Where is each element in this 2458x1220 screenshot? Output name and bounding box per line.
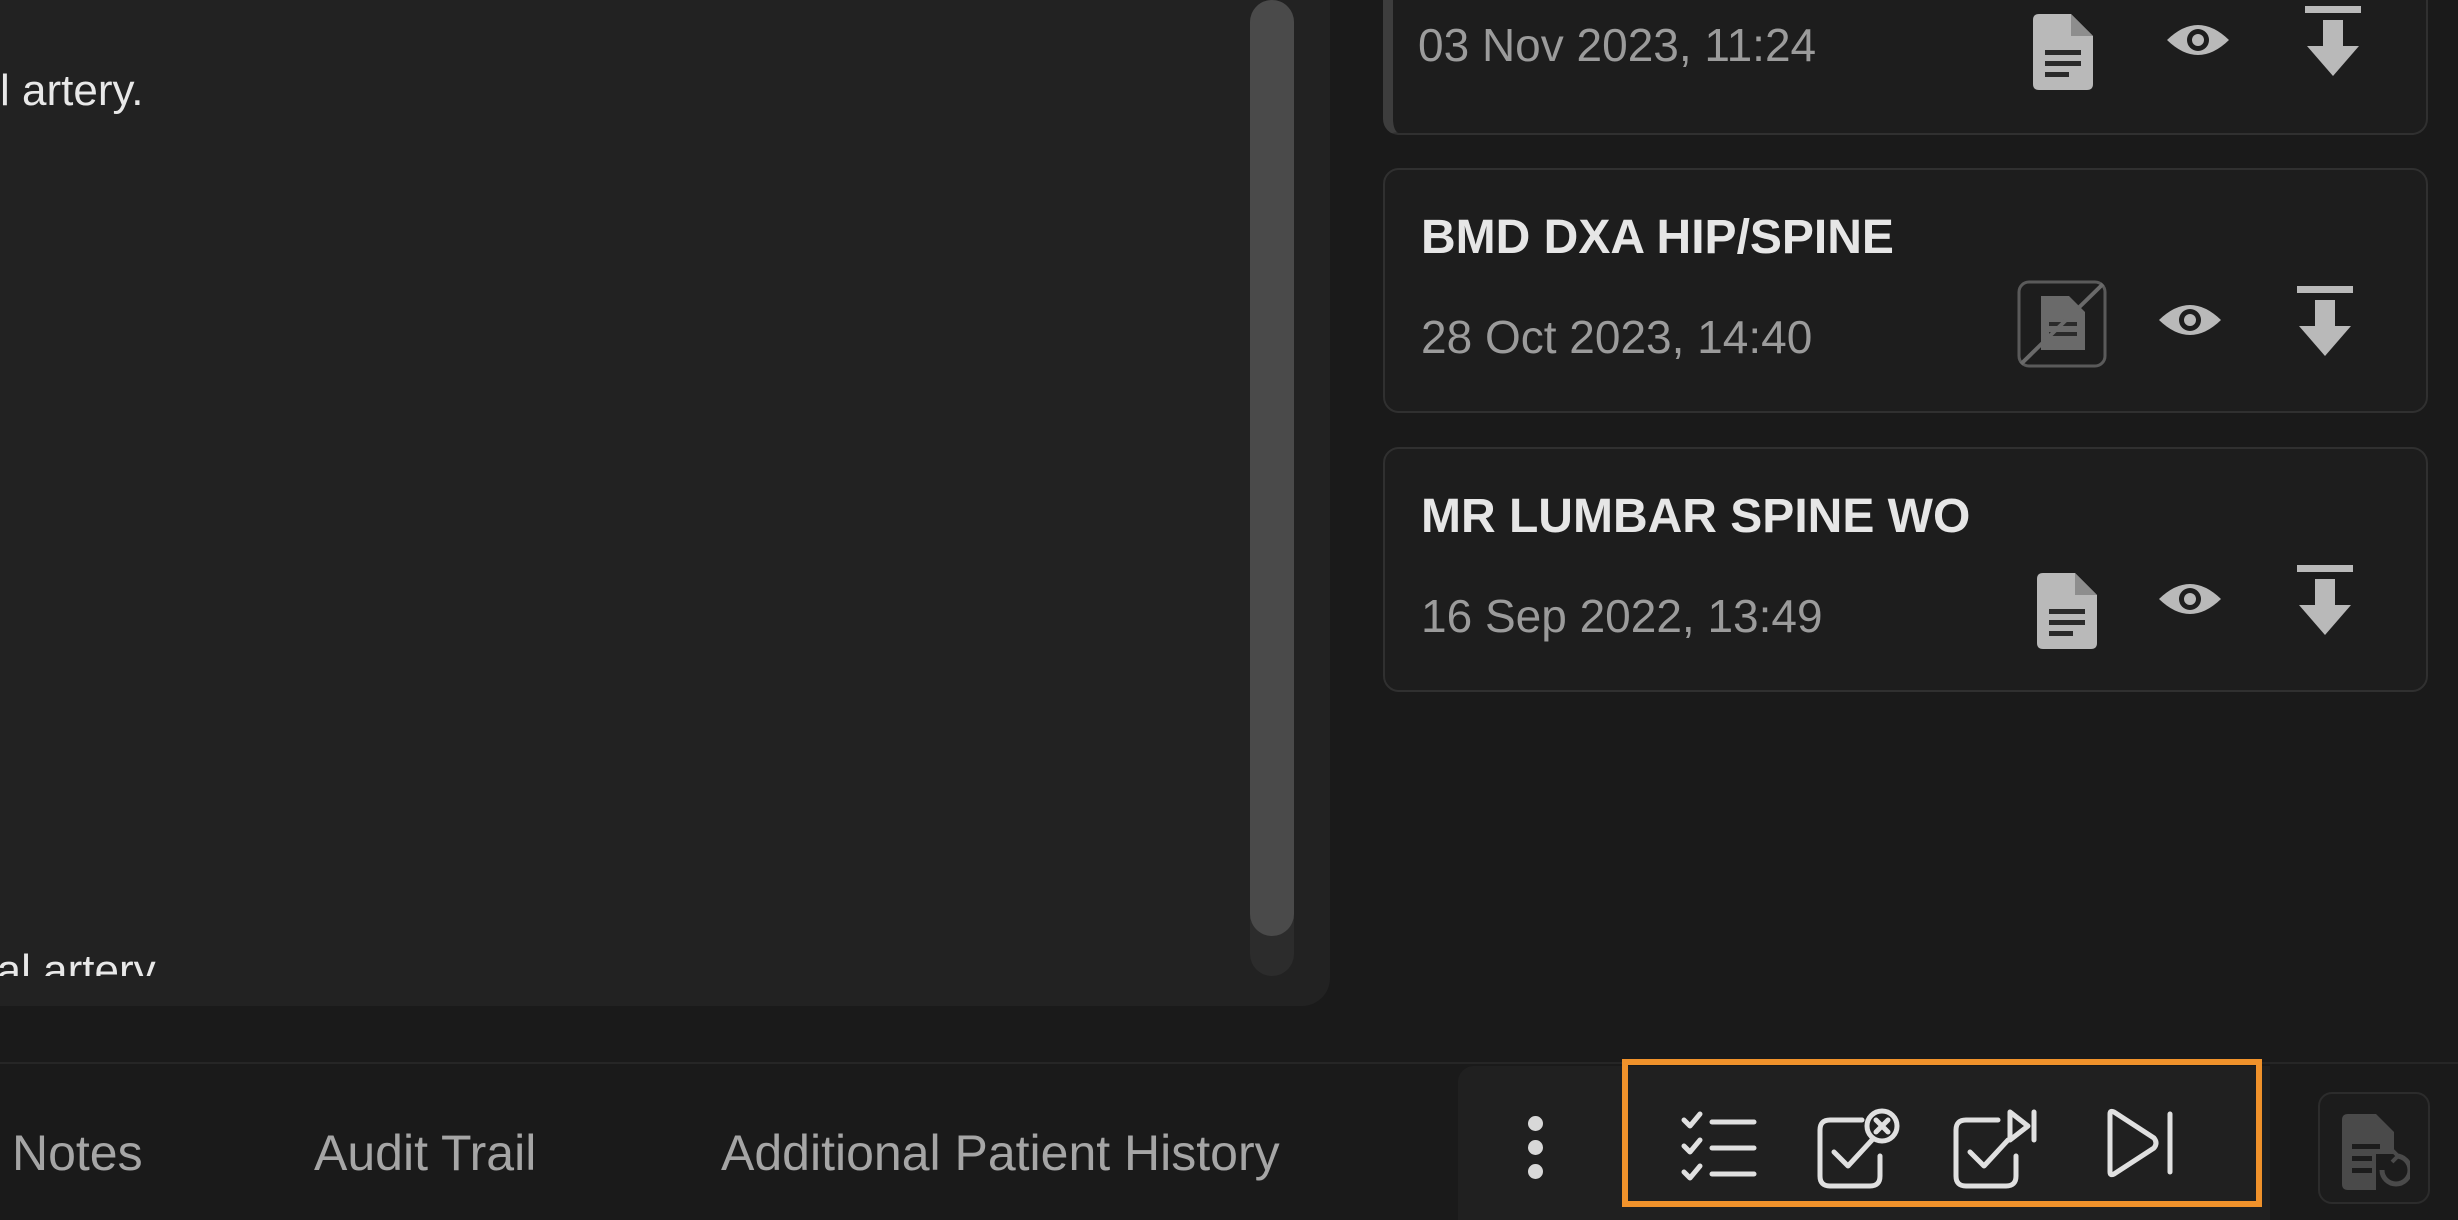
- download-icon[interactable]: [2297, 565, 2353, 637]
- checklist-icon[interactable]: [1680, 1108, 1758, 1184]
- tab-notes[interactable]: Notes: [12, 1124, 143, 1182]
- study-card[interactable]: 03 Nov 2023, 11:24: [1383, 0, 2428, 135]
- study-card[interactable]: BMD DXA HIP/SPINE 28 Oct 2023, 14:40: [1383, 168, 2428, 413]
- tab-additional-patient-history[interactable]: Additional Patient History: [721, 1124, 1280, 1182]
- no-report-icon: [2017, 280, 2107, 368]
- study-card[interactable]: MR LUMBAR SPINE WO 16 Sep 2022, 13:49: [1383, 447, 2428, 692]
- study-name: MR LUMBAR SPINE WO: [1421, 490, 1971, 543]
- more-vertical-icon[interactable]: [1520, 1116, 1550, 1196]
- view-eye-icon[interactable]: [2157, 298, 2223, 342]
- study-name: BMD DXA HIP/SPINE: [1421, 211, 1894, 264]
- document-history-button[interactable]: [2318, 1092, 2430, 1204]
- report-text-line: l artery.: [0, 66, 144, 115]
- view-eye-icon[interactable]: [2157, 577, 2223, 621]
- study-date: 16 Sep 2022, 13:49: [1421, 590, 1823, 642]
- document-history-icon: [2342, 1114, 2410, 1190]
- study-date: 28 Oct 2023, 14:40: [1421, 311, 1813, 363]
- report-document-icon[interactable]: [2033, 14, 2093, 90]
- study-date: 03 Nov 2023, 11:24: [1418, 19, 1817, 71]
- tab-audit-trail[interactable]: Audit Trail: [314, 1124, 536, 1182]
- report-text-line: ral artery: [0, 946, 156, 976]
- skip-next-icon[interactable]: [2104, 1108, 2176, 1178]
- report-panel: l artery. ral artery: [0, 0, 1330, 1006]
- report-document-icon[interactable]: [2037, 573, 2097, 649]
- download-icon[interactable]: [2297, 286, 2353, 358]
- download-icon[interactable]: [2305, 6, 2361, 78]
- scrollbar-thumb[interactable]: [1250, 0, 1294, 936]
- view-eye-icon[interactable]: [2165, 18, 2231, 62]
- check-cancel-icon[interactable]: [1816, 1108, 1902, 1190]
- check-next-icon[interactable]: [1952, 1108, 2038, 1190]
